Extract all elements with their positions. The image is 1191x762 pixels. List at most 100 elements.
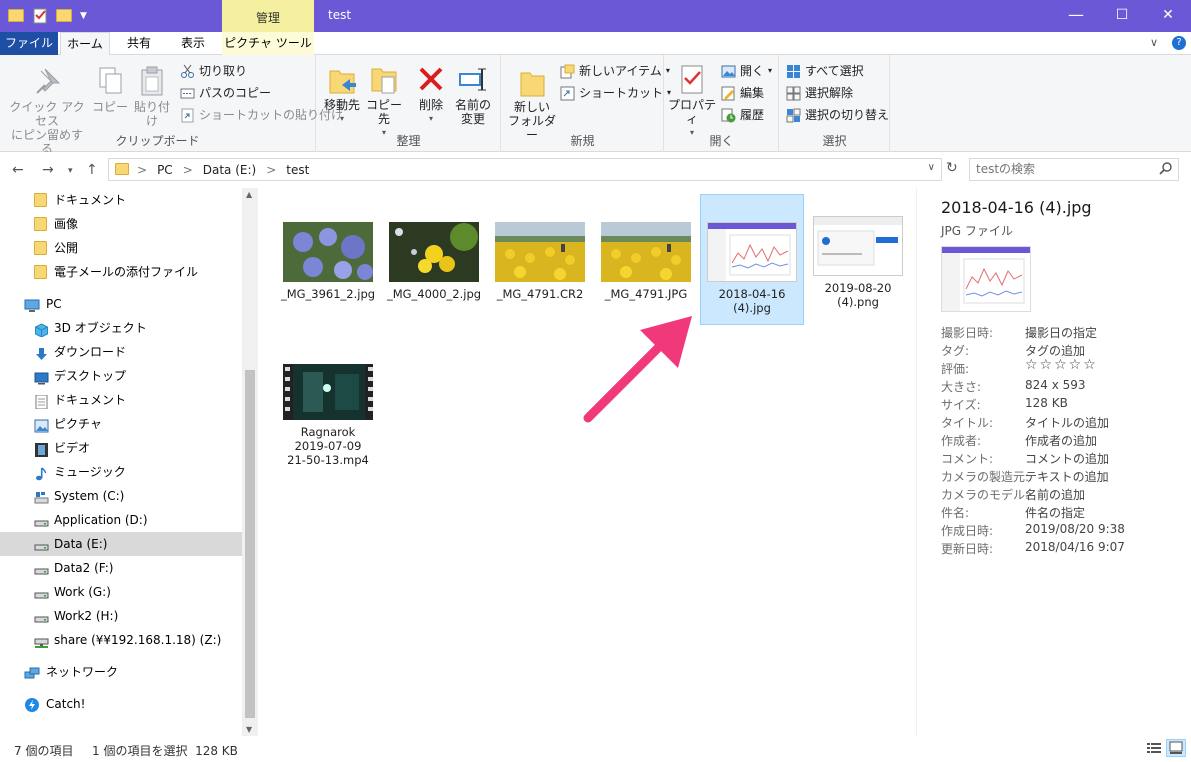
details-view-icon[interactable]: [1146, 741, 1162, 755]
breadcrumb-data-e[interactable]: Data (E:): [203, 163, 256, 177]
close-button[interactable]: ✕: [1145, 0, 1191, 32]
rating-stars[interactable]: ☆☆☆☆☆: [1025, 357, 1098, 373]
drive-icon: [34, 537, 49, 551]
nav-item-documents[interactable]: ドキュメント: [0, 188, 242, 212]
nav-item-drive-h[interactable]: Work2 (H:): [0, 604, 242, 628]
file-item[interactable]: _MG_4000_2.jpg: [382, 222, 486, 301]
edit-button[interactable]: 編集: [721, 83, 764, 103]
copy-button[interactable]: コピー: [90, 65, 130, 114]
nav-item-network-drive-z[interactable]: share (¥¥192.168.1.18) (Z:): [0, 628, 242, 652]
cut-button[interactable]: 切り取り: [180, 61, 247, 81]
nav-item-drive-g[interactable]: Work (G:): [0, 580, 242, 604]
detail-date-taken: 撮影日時: 撮影日の指定: [941, 326, 1098, 340]
file-item[interactable]: Ragnarok 2019-07-09 21-50-13.mp4: [276, 364, 380, 467]
file-item[interactable]: _MG_4791.CR2: [488, 222, 592, 301]
scrollbar-thumb[interactable]: [245, 370, 255, 718]
nav-item-email-attachments[interactable]: 電子メールの添付ファイル: [0, 260, 242, 284]
file-item[interactable]: _MG_4791.JPG: [594, 222, 698, 301]
clipboard-icon: [136, 65, 168, 97]
drive-icon: [34, 609, 49, 623]
nav-item-images[interactable]: 画像: [0, 212, 242, 236]
catch-app-icon: [24, 697, 39, 712]
help-icon[interactable]: ?: [1172, 36, 1186, 50]
nav-item-desktop[interactable]: デスクトップ: [0, 364, 242, 388]
document-icon: [34, 393, 49, 410]
history-button[interactable]: 履歴: [721, 105, 764, 125]
scroll-up-icon[interactable]: ▲: [246, 190, 252, 199]
tab-manage[interactable]: 管理: [222, 0, 314, 32]
search-box[interactable]: [969, 158, 1179, 181]
copy-folder-icon: [368, 63, 400, 95]
ribbon: クイック アクセス にピン留めする コピー 貼り付け 切り取り パスのコピー シ…: [0, 55, 1191, 156]
details-file-type: JPG ファイル: [941, 224, 1013, 238]
collapse-ribbon-icon[interactable]: ∨: [1150, 36, 1158, 49]
open-button[interactable]: 開く ▾: [721, 61, 772, 81]
breadcrumb: > PC > Data (E:) > test: [137, 163, 309, 177]
maximize-button[interactable]: ☐: [1099, 0, 1145, 32]
copy-path-button[interactable]: パスのコピー: [180, 83, 271, 103]
nav-item-documents-library[interactable]: ドキュメント: [0, 388, 242, 412]
nav-pane-scrollbar[interactable]: ▲ ▼: [242, 188, 258, 736]
large-icons-view-icon[interactable]: [1166, 739, 1186, 757]
file-item-selected[interactable]: 2018-04-16 (4).jpg: [700, 194, 804, 325]
tab-picture-tools[interactable]: ピクチャ ツール: [222, 32, 314, 55]
easy-access-button[interactable]: ショートカット ▾: [560, 83, 671, 103]
nav-item-drive-d[interactable]: Application (D:): [0, 508, 242, 532]
ribbon-tabs: ファイル ホーム 共有 表示 ピクチャ ツール ∨ ?: [0, 32, 1191, 56]
properties-icon[interactable]: [32, 7, 50, 25]
up-arrow-icon[interactable]: ↑: [86, 162, 98, 178]
recent-locations-chevron-icon[interactable]: ▾: [68, 166, 73, 176]
search-icon[interactable]: [1159, 162, 1172, 179]
new-item-button[interactable]: 新しいアイテム ▾: [560, 61, 670, 81]
nav-item-music[interactable]: ミュージック: [0, 460, 242, 484]
nav-item-drive-c[interactable]: System (C:): [0, 484, 242, 508]
nav-item-network[interactable]: ネットワーク: [0, 660, 242, 684]
nav-item-pictures[interactable]: ピクチャ: [0, 412, 242, 436]
refresh-icon[interactable]: ↻: [946, 160, 958, 176]
breadcrumb-pc[interactable]: PC: [157, 163, 173, 177]
nav-item-pc[interactable]: PC: [0, 292, 242, 316]
file-item[interactable]: 2019-08-20 (4).png: [806, 216, 910, 309]
tab-file[interactable]: ファイル: [0, 32, 58, 55]
invert-selection-button[interactable]: 選択の切り替え: [786, 105, 889, 125]
nav-item-public[interactable]: 公開: [0, 236, 242, 260]
tab-share[interactable]: 共有: [112, 32, 166, 55]
back-arrow-icon[interactable]: ←: [12, 162, 24, 178]
forward-arrow-icon[interactable]: →: [42, 162, 54, 178]
new-folder-button[interactable]: 新しい フォルダー: [508, 65, 556, 142]
nav-item-downloads[interactable]: ダウンロード: [0, 340, 242, 364]
move-to-button[interactable]: 移動先 ▾: [319, 63, 365, 126]
nav-item-drive-f[interactable]: Data2 (F:): [0, 556, 242, 580]
nav-item-catch[interactable]: Catch!: [0, 692, 242, 716]
new-folder-icon[interactable]: [56, 7, 74, 25]
thumbnail-image: [707, 222, 797, 282]
address-dropdown-chevron-icon[interactable]: ∨: [928, 162, 935, 173]
detail-subject: 件名: 件名の指定: [941, 506, 1086, 520]
rename-icon: [457, 63, 489, 95]
select-all-button[interactable]: すべて選択: [786, 61, 864, 81]
paste-button[interactable]: 貼り付け: [130, 65, 174, 128]
address-bar[interactable]: > PC > Data (E:) > test ∨: [108, 158, 942, 181]
file-item[interactable]: _MG_3961_2.jpg: [276, 222, 380, 301]
delete-button[interactable]: 削除 ▾: [413, 63, 449, 126]
customize-toolbar-icon[interactable]: ▼: [80, 7, 90, 25]
rename-button[interactable]: 名前の 変更: [451, 63, 495, 126]
properties-button[interactable]: プロパティ ▾: [667, 63, 717, 140]
scroll-down-icon[interactable]: ▼: [246, 725, 252, 734]
film-icon: [34, 441, 49, 457]
detail-authors: 作成者: 作成者の追加: [941, 434, 1098, 448]
nav-item-videos[interactable]: ビデオ: [0, 436, 242, 460]
nav-item-3d-objects[interactable]: 3D オブジェクト: [0, 316, 242, 340]
group-label-open: 開く: [709, 134, 734, 148]
group-open: プロパティ ▾ 開く ▾ 編集 履歴 開く: [665, 55, 779, 152]
nav-item-drive-e[interactable]: Data (E:): [0, 532, 242, 556]
copy-to-button[interactable]: コピー先 ▾: [363, 63, 405, 140]
search-input[interactable]: [976, 162, 1146, 176]
pictures-icon: [34, 417, 49, 433]
tab-home[interactable]: ホーム: [60, 32, 110, 56]
tab-view[interactable]: 表示: [168, 32, 218, 55]
minimize-button[interactable]: —: [1053, 0, 1099, 32]
navigation-pane: ドキュメント 画像 公開 電子メールの添付ファイル PC 3D オブジェクト ダ…: [0, 188, 242, 736]
breadcrumb-test[interactable]: test: [286, 163, 309, 177]
select-none-button[interactable]: 選択解除: [786, 83, 853, 103]
